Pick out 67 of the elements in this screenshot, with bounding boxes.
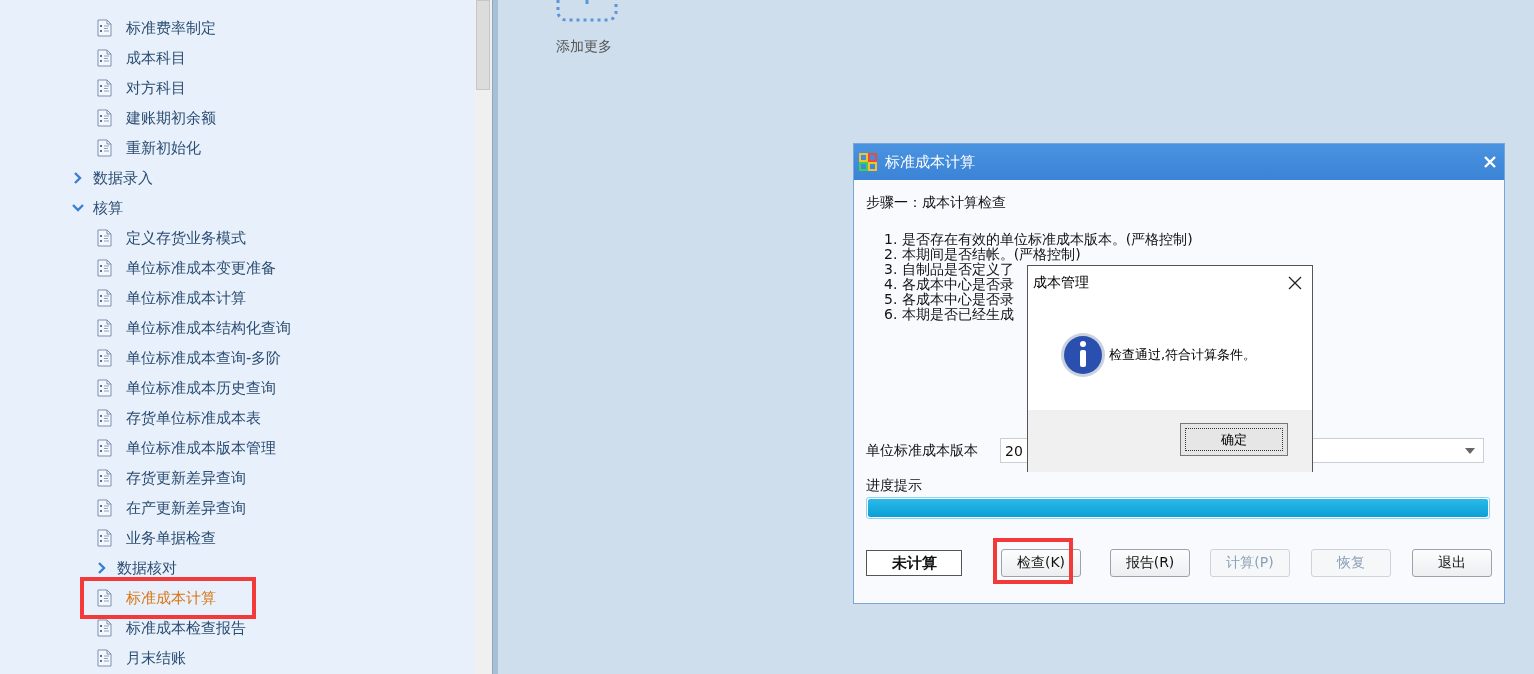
- tree-group-label[interactable]: 数据录入: [93, 168, 153, 188]
- tree-item[interactable]: 单位标准成本版本管理: [126, 438, 276, 458]
- tree-item[interactable]: 定义存货业务模式: [126, 228, 246, 248]
- check-item: 1. 是否存在有效的单位标准成本版本。(严格控制): [884, 232, 1193, 247]
- dialog-button[interactable]: 退出: [1412, 549, 1492, 577]
- document-icon: [97, 19, 112, 37]
- document-icon: [97, 109, 112, 127]
- document-icon: [97, 409, 112, 427]
- document-icon: [97, 259, 112, 277]
- tree-item[interactable]: 成本科目: [126, 48, 186, 68]
- document-icon: [97, 469, 112, 487]
- tree-item[interactable]: 存货更新差异查询: [126, 468, 246, 488]
- tree-item[interactable]: 单位标准成本变更准备: [126, 258, 276, 278]
- message-box-title: 成本管理: [1033, 274, 1090, 292]
- document-icon: [97, 529, 112, 547]
- tree-item[interactable]: 标准费率制定: [126, 18, 216, 38]
- tree-item[interactable]: 月末结账: [126, 648, 186, 668]
- dialog-button[interactable]: 检查(K): [1001, 549, 1081, 577]
- tree-item[interactable]: 存货单位标准成本表: [126, 408, 261, 428]
- document-icon: [97, 79, 112, 97]
- document-icon: [97, 319, 112, 337]
- add-tile-icon[interactable]: [556, 0, 618, 22]
- document-icon: [97, 139, 112, 157]
- add-more-label[interactable]: 添加更多: [556, 38, 612, 56]
- check-item: 4. 各成本中心是否录: [884, 277, 1014, 292]
- document-icon: [97, 49, 112, 67]
- document-icon: [97, 229, 112, 247]
- document-icon: [97, 619, 112, 637]
- chevron-right-icon[interactable]: [72, 172, 84, 184]
- close-icon[interactable]: [1288, 276, 1302, 290]
- app-icon: [859, 153, 877, 171]
- dialog-button[interactable]: 报告(R): [1110, 549, 1190, 577]
- tree-item[interactable]: 单位标准成本计算: [126, 288, 246, 308]
- tree-item[interactable]: 建账期初余额: [126, 108, 216, 128]
- tree-item[interactable]: 业务单据检查: [126, 528, 216, 548]
- message-text: 检查通过,符合计算条件。: [1109, 346, 1257, 364]
- document-icon: [97, 589, 112, 607]
- document-icon: [97, 289, 112, 307]
- document-icon: [97, 499, 112, 517]
- check-item: 6. 本期是否已经生成: [884, 307, 1014, 322]
- tree-item[interactable]: 对方科目: [126, 78, 186, 98]
- version-label: 单位标准成本版本: [866, 441, 978, 460]
- scrollbar[interactable]: [474, 0, 492, 674]
- check-item: 5. 各成本中心是否录: [884, 292, 1014, 307]
- tree-item[interactable]: 单位标准成本结构化查询: [126, 318, 291, 338]
- tree-item[interactable]: 单位标准成本历史查询: [126, 378, 276, 398]
- document-icon: [97, 379, 112, 397]
- status-indicator: 未计算: [866, 550, 962, 576]
- chevron-down-icon[interactable]: [72, 202, 84, 214]
- tree-item[interactable]: 在产更新差异查询: [126, 498, 246, 518]
- check-item: 2. 本期间是否结帐。(严格控制): [884, 247, 1081, 262]
- tree-item[interactable]: 重新初始化: [126, 138, 201, 158]
- step-heading: 步骤一：成本计算检查: [866, 194, 1007, 212]
- check-item: 3. 自制品是否定义了: [884, 262, 1014, 277]
- document-icon: [97, 649, 112, 667]
- tree-group-label[interactable]: 数据核对: [117, 558, 177, 578]
- dropdown-arrow-icon[interactable]: [1465, 447, 1475, 454]
- progress-label: 进度提示: [866, 477, 923, 495]
- dialog-title: 标准成本计算: [885, 152, 976, 172]
- document-icon: [97, 439, 112, 457]
- tree-item[interactable]: 标准成本检查报告: [126, 618, 246, 638]
- chevron-right-icon[interactable]: [96, 562, 108, 574]
- tree-group-label[interactable]: 核算: [93, 198, 123, 218]
- info-icon: [1060, 331, 1106, 379]
- tree-item[interactable]: 单位标准成本查询-多阶: [126, 348, 282, 368]
- ok-button[interactable]: 确定: [1180, 423, 1288, 456]
- document-icon: [97, 349, 112, 367]
